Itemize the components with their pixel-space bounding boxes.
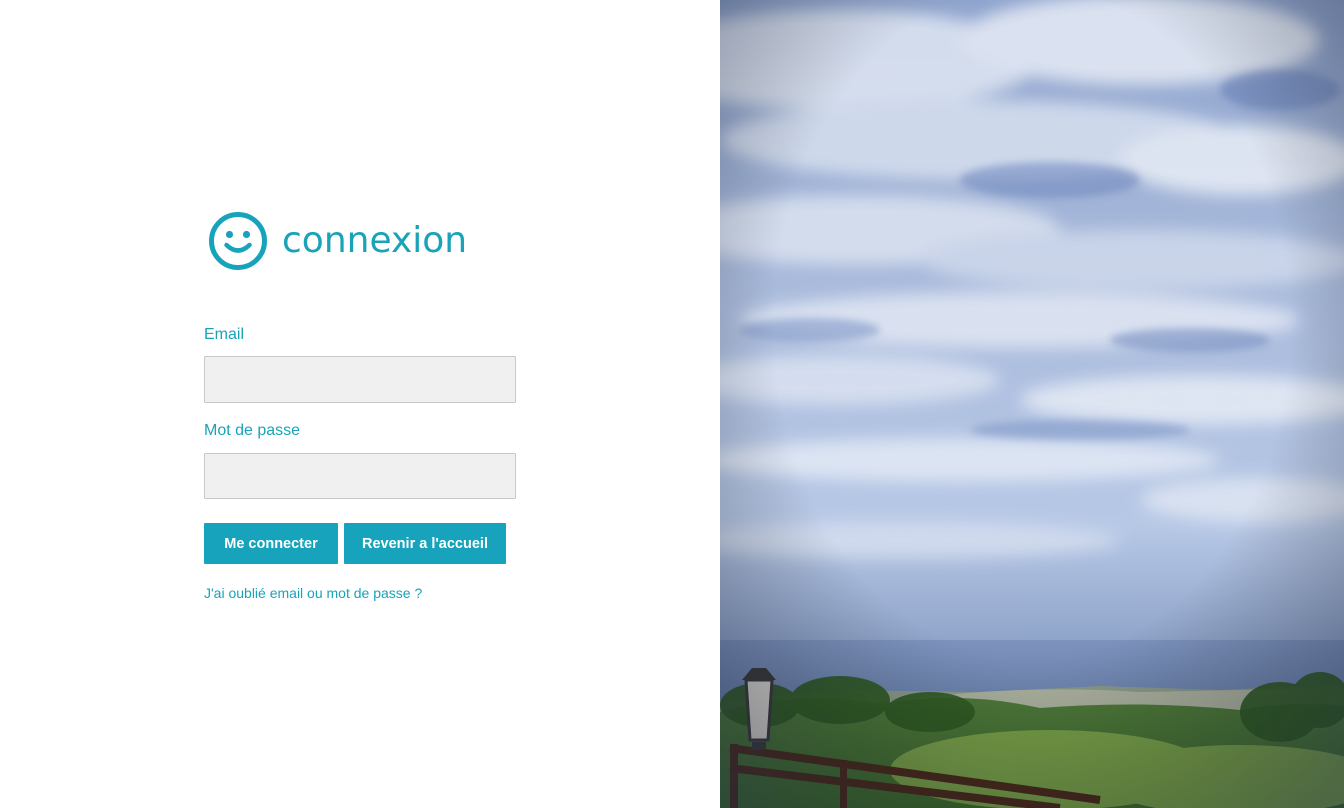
password-input[interactable]: [204, 453, 516, 499]
forgot-credentials-link[interactable]: J'ai oublié email ou mot de passe ?: [204, 585, 422, 601]
back-home-button[interactable]: Revenir a l'accueil: [344, 523, 506, 564]
password-label: Mot de passe: [204, 422, 301, 439]
login-panel: connexion Email Mot de passe Me connecte…: [0, 0, 720, 808]
smiley-face-icon: [209, 212, 267, 270]
brand-header: connexion: [207, 210, 467, 272]
email-input[interactable]: [204, 356, 516, 403]
background-landscape-image: [720, 0, 1344, 808]
landscape-photo: [720, 0, 1344, 808]
page-title: connexion: [282, 220, 468, 261]
login-button[interactable]: Me connecter: [204, 523, 338, 564]
email-label: Email: [204, 326, 245, 343]
